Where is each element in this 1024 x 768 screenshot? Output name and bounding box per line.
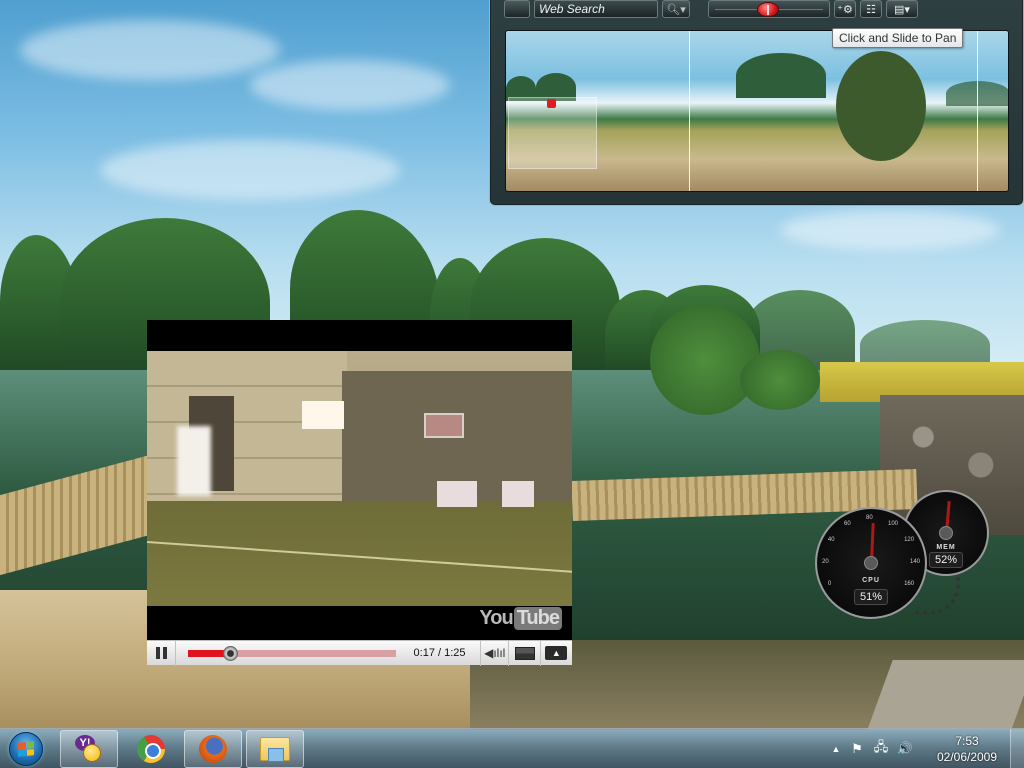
cpu-tick-label: 80	[866, 515, 873, 521]
pause-icon-bar	[162, 647, 167, 659]
video-scene-sign	[424, 413, 464, 438]
video-scene-window	[302, 401, 344, 429]
pan-tooltip: Click and Slide to Pan	[832, 28, 964, 48]
mem-value: 52%	[928, 552, 964, 568]
list-view-button[interactable]: ☷	[860, 0, 882, 18]
taskbar-app-firefox[interactable]	[184, 730, 242, 768]
video-scene-box	[502, 481, 534, 507]
folder-icon	[260, 737, 290, 762]
system-tray: ▲ ⚑ 🖧 🔊	[830, 729, 914, 768]
start-button[interactable]	[9, 732, 43, 766]
video-scene-person	[177, 426, 211, 496]
list-icon: ☷	[866, 3, 876, 16]
cpu-tick-label: 140	[910, 559, 921, 565]
logo-tube: Tube	[513, 606, 562, 630]
menu-button[interactable]: ▤▾	[886, 0, 918, 18]
view-frame-left	[689, 31, 690, 191]
clock-time: 7:53	[955, 734, 979, 748]
stone-path	[867, 660, 1024, 730]
gauge-hub	[939, 526, 953, 540]
taskbar-app-yahoo-messenger[interactable]: Y!	[60, 730, 118, 768]
firefox-icon	[199, 735, 227, 763]
add-gadget-button[interactable]: ⁺⚙	[834, 0, 856, 18]
menu-icon: ▤▾	[894, 3, 910, 16]
taskbar-app-chrome[interactable]	[122, 730, 180, 768]
cloud	[780, 210, 1000, 250]
expand-button[interactable]: ▲	[541, 641, 572, 666]
volume-button[interactable]: ◀ılıl	[480, 640, 510, 666]
show-hidden-icons-button[interactable]: ▲	[830, 740, 842, 758]
cpu-tick-label: 120	[904, 537, 915, 543]
view-frame-right	[977, 31, 978, 191]
cloud	[100, 140, 400, 200]
location-marker-icon	[547, 99, 556, 108]
pano-mountain	[736, 53, 826, 98]
pano-tree	[836, 51, 926, 161]
pan-slider[interactable]	[708, 0, 830, 18]
volume-icon[interactable]: 🔊	[896, 740, 914, 758]
time-display: 0:17 / 1:25	[413, 647, 466, 659]
cpu-tick-label: 40	[827, 537, 835, 543]
search-icon: 🔍︎▾	[666, 3, 686, 16]
window-size-icon	[514, 646, 535, 660]
youtube-logo[interactable]: You Tube	[479, 606, 562, 630]
toolbar-left-cap[interactable]	[504, 0, 530, 18]
panorama-image[interactable]	[505, 30, 1009, 192]
show-desktop-button[interactable]	[1010, 729, 1024, 768]
cpu-tick-label: 100	[888, 520, 899, 527]
panorama-toolbar: Web Search 🔍︎▾ ⁺⚙ ☷ ▤▾	[504, 0, 918, 19]
taskbar-app-explorer[interactable]	[246, 730, 304, 768]
search-button[interactable]: 🔍︎▾	[662, 0, 690, 18]
action-center-flag-icon[interactable]: ⚑	[848, 740, 866, 758]
gauge-hub	[864, 556, 878, 570]
clock-date: 02/06/2009	[936, 750, 998, 764]
video-frame[interactable]	[147, 351, 572, 606]
cloud	[250, 60, 450, 110]
taskbar-clock[interactable]: 7:53 02/06/2009	[932, 733, 1002, 765]
speaker-icon: ◀ılıl	[484, 646, 506, 660]
yahoo-messenger-icon: Y!	[75, 735, 103, 763]
cpu-value: 51%	[853, 589, 889, 605]
cpu-label: CPU	[862, 577, 880, 584]
cpu-meter-gadget[interactable]: MEM 52% 0 20 40 60 80 100 120 140 160 CPU 51%	[815, 490, 990, 620]
trees	[740, 350, 820, 410]
trees	[650, 305, 760, 415]
window-size-button[interactable]	[509, 640, 541, 666]
seek-bar[interactable]	[188, 645, 396, 661]
seek-handle[interactable]	[222, 645, 238, 661]
windows-logo-icon	[18, 741, 34, 757]
network-icon[interactable]: 🖧	[872, 739, 890, 758]
cpu-tick-label: 20	[822, 559, 829, 565]
pause-icon-bar	[155, 647, 160, 659]
youtube-player[interactable]: You Tube 0:17 / 1:25 ◀ılıl ▲	[147, 320, 572, 666]
cpu-gauge: 0 20 40 60 80 100 120 140 160 CPU 51%	[815, 507, 927, 619]
taskbar: Y! ▲ ⚑ 🖧 🔊 7:53 02/06/2009	[0, 728, 1024, 768]
video-scene-floor	[147, 501, 572, 606]
pause-button[interactable]	[147, 640, 177, 666]
chrome-icon	[137, 735, 165, 763]
web-search-input[interactable]: Web Search	[534, 0, 658, 18]
video-scene-box	[437, 481, 477, 507]
cloud	[20, 20, 280, 80]
cpu-tick-label: 60	[844, 520, 851, 527]
slider-knob[interactable]	[757, 2, 779, 17]
player-controls: 0:17 / 1:25 ◀ılıl ▲	[147, 640, 572, 666]
settings-icon: ⁺⚙	[837, 3, 853, 16]
expand-up-icon: ▲	[545, 646, 568, 660]
logo-you: You	[479, 606, 513, 629]
